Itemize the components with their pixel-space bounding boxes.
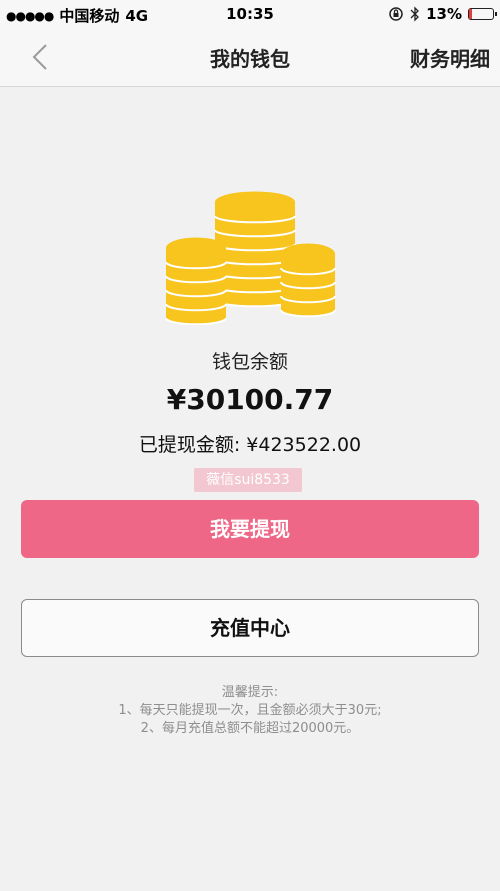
financial-details-link[interactable]: 财务明细 bbox=[410, 43, 490, 72]
tips-line-2: 2、每月充值总额不能超过20000元。 bbox=[140, 721, 360, 736]
navigation-bar: 我的钱包 财务明细 bbox=[0, 28, 500, 87]
balance-amount: ¥30100.77 bbox=[166, 383, 334, 416]
recharge-center-button[interactable]: 充值中心 bbox=[21, 599, 479, 657]
tips-title: 温馨提示: bbox=[221, 685, 279, 700]
withdrawn-amount-row: 已提现金额: ¥423522.00 bbox=[0, 430, 500, 457]
orientation-lock-icon bbox=[389, 7, 403, 21]
tips-section: 温馨提示: 1、每天只能提现一次，且金额必须大于30元; 2、每月充值总额不能超… bbox=[0, 684, 500, 738]
withdraw-button[interactable]: 我要提现 bbox=[21, 500, 479, 558]
battery-level-fill bbox=[469, 9, 473, 19]
status-bar: ●●●●● 中国移动 4G 10:35 13% bbox=[0, 0, 500, 28]
tips-line-1: 1、每天只能提现一次，且金额必须大于30元; bbox=[118, 703, 382, 718]
battery-icon bbox=[468, 8, 497, 20]
status-right: 13% bbox=[388, 5, 497, 23]
withdrawn-label: 已提现金额: bbox=[138, 434, 241, 456]
balance-label: 钱包余额 bbox=[211, 351, 288, 373]
watermark-overlay: 薇信sui8533 bbox=[194, 468, 302, 492]
withdrawn-amount: ¥423522.00 bbox=[246, 434, 362, 456]
battery-percent: 13% bbox=[426, 5, 462, 23]
coin-stack-icon bbox=[165, 191, 336, 325]
bluetooth-icon bbox=[410, 6, 420, 22]
back-chevron-icon[interactable] bbox=[26, 42, 56, 72]
